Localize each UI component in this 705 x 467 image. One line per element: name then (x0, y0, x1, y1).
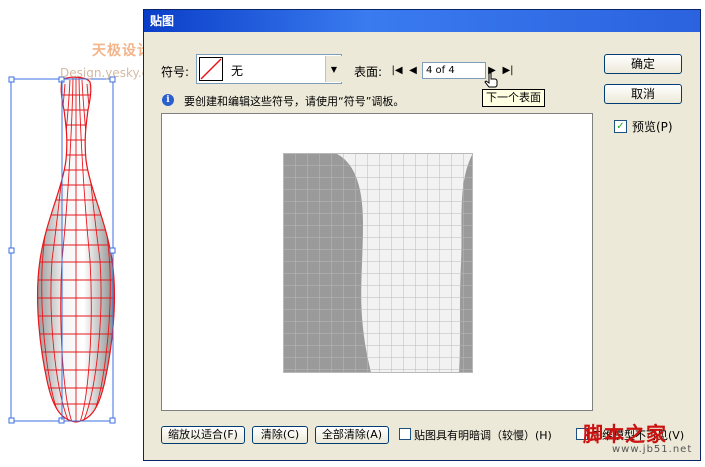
chevron-down-icon[interactable]: ▼ (325, 56, 342, 82)
surface-preview-area[interactable] (161, 113, 593, 411)
ok-button[interactable]: 确定 (604, 54, 682, 74)
cancel-button[interactable]: 取消 (604, 84, 682, 104)
info-text: 要创建和编辑这些符号，请使用“符号”调板。 (184, 95, 405, 108)
map-art-dialog: 贴图 符号: 无 ▼ 表面: |◀ ◀ 4 of 4 ▶ ▶| 下一个表面 i … (143, 9, 701, 461)
preview-checkbox[interactable]: ✓ (614, 120, 627, 133)
surface-field[interactable]: 4 of 4 (422, 62, 486, 79)
surface-label: 表面: (354, 65, 383, 79)
preview-label: 预览(P) (632, 120, 673, 134)
info-icon: i (162, 94, 174, 106)
first-surface-icon[interactable]: |◀ (390, 63, 404, 77)
symbol-dropdown[interactable]: 无 ▼ (196, 54, 342, 84)
shade-artwork-checkbox[interactable] (399, 428, 411, 440)
clear-all-button[interactable]: 全部清除(A) (315, 426, 389, 444)
hand-cursor-icon (484, 72, 498, 88)
dialog-title[interactable]: 贴图 (144, 10, 700, 32)
shade-artwork-label: 贴图具有明暗调（较慢）(H) (414, 429, 552, 442)
previous-surface-icon[interactable]: ◀ (406, 63, 420, 77)
surface-map-grid[interactable] (283, 153, 473, 373)
watermark-jb51-url: www.jb51.net (612, 444, 693, 455)
scale-to-fit-button[interactable]: 缩放以适合(F) (161, 426, 245, 444)
symbol-value: 无 (231, 64, 244, 78)
watermark-jb51: 脚本之家 (583, 422, 667, 446)
symbol-label: 符号: (161, 65, 190, 79)
clear-button[interactable]: 清除(C) (252, 426, 308, 444)
next-surface-tooltip: 下一个表面 (482, 89, 545, 107)
none-symbol-swatch-icon (199, 57, 223, 81)
last-surface-icon[interactable]: ▶| (501, 63, 515, 77)
